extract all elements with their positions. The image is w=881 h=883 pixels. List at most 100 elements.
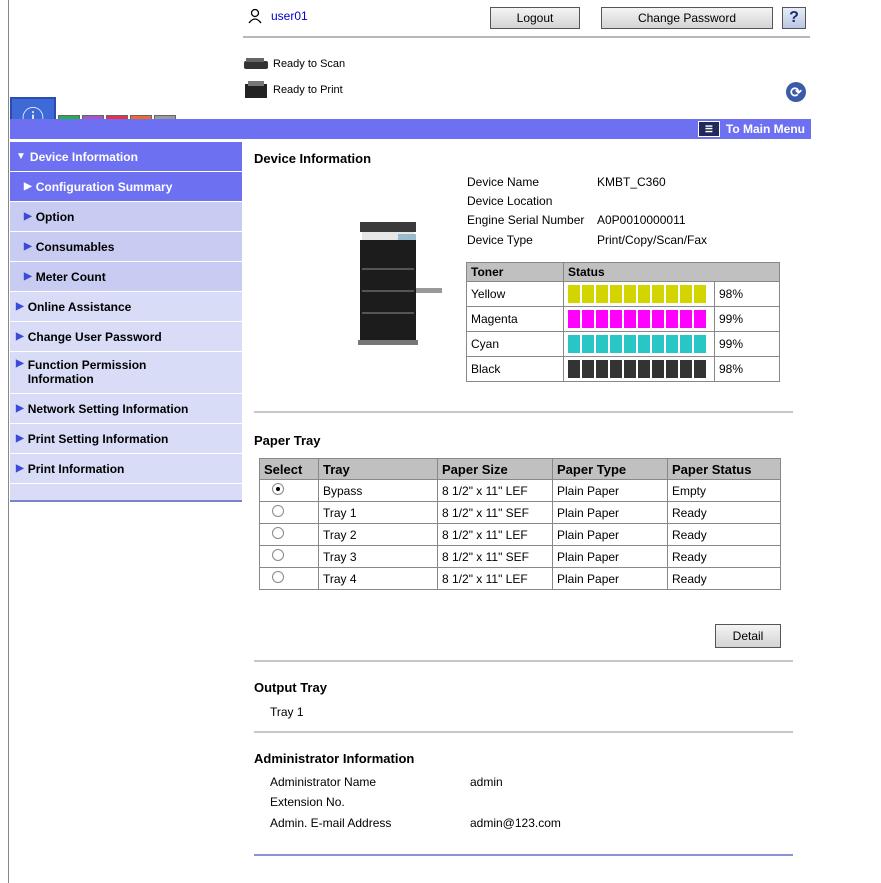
tray-paper-size: 8 1/2" x 11" SEF (437, 501, 553, 524)
section-divider (254, 411, 793, 413)
tray-select-cell (259, 479, 319, 502)
sidebar-item-meter-count[interactable]: ▶ Meter Count (10, 262, 242, 292)
toner-row: Black 98% (466, 356, 780, 382)
sidebar-footer (10, 484, 242, 502)
section-divider (254, 660, 793, 662)
tray-radio[interactable] (272, 527, 284, 539)
user-name: user01 (271, 9, 308, 23)
tray-radio[interactable] (272, 571, 284, 583)
toner-level-segment (610, 360, 622, 378)
change-password-button[interactable]: Change Password (601, 7, 773, 29)
tray-radio[interactable] (272, 549, 284, 561)
toner-level-segment (680, 335, 692, 353)
tray-paper-status: Ready (667, 523, 781, 546)
toner-level-segment (582, 335, 594, 353)
toner-level-segment (582, 285, 594, 303)
tray-row: Tray 38 1/2" x 11" SEF Plain Paper Ready (259, 545, 781, 568)
toner-level-segment (666, 285, 678, 303)
main-menu-link[interactable]: ☰ To Main Menu (697, 121, 805, 137)
sidebar-item-print-information[interactable]: ▶ Print Information (10, 454, 242, 484)
toner-meter (563, 306, 715, 332)
toner-name: Black (466, 356, 564, 382)
detail-button[interactable]: Detail (715, 624, 781, 648)
toner-level-segment (680, 310, 692, 328)
refresh-icon[interactable]: ⟳ (786, 82, 806, 102)
tray-paper-size: 8 1/2" x 11" SEF (437, 545, 553, 568)
sidebar-item-device-information[interactable]: ▼ Device Information (10, 142, 242, 172)
tray-name: Tray 4 (318, 567, 438, 590)
serial-label: Engine Serial Number (467, 213, 585, 227)
toner-level-segment (694, 335, 706, 353)
sidebar-item-label: Configuration Summary (35, 179, 173, 194)
sidebar-item-print-setting[interactable]: ▶ Print Setting Information (10, 424, 242, 454)
tray-paper-status: Ready (667, 567, 781, 590)
toner-header: Toner (466, 262, 564, 282)
device-location-label: Device Location (467, 194, 553, 208)
toner-percent: 99% (714, 306, 780, 332)
header-divider (243, 36, 810, 38)
logout-button[interactable]: Logout (490, 7, 580, 29)
help-button[interactable]: ? (782, 7, 806, 29)
sidebar-item-label: Print Setting Information (27, 431, 169, 446)
tray-name: Tray 1 (318, 501, 438, 524)
tray-name: Tray 2 (318, 523, 438, 546)
tray-paper-status: Ready (667, 545, 781, 568)
toner-level-segment (582, 310, 594, 328)
admin-email-value: admin@123.com (470, 816, 561, 830)
print-status-text: Ready to Print (273, 84, 343, 96)
toner-level-segment (666, 360, 678, 378)
toner-meter (563, 331, 715, 357)
sidebar-item-consumables[interactable]: ▶ Consumables (10, 232, 242, 262)
toner-level-segment (638, 310, 650, 328)
tray-radio[interactable] (272, 505, 284, 517)
toner-level-segment (638, 335, 650, 353)
tray-name: Tray 3 (318, 545, 438, 568)
tray-select-cell (259, 523, 319, 546)
admin-name-value: admin (470, 775, 503, 789)
toner-percent: 98% (714, 281, 780, 307)
toner-row: Yellow 98% (466, 281, 780, 307)
sidebar-item-label: Network Setting Information (27, 401, 189, 416)
sidebar-item-label: Consumables (35, 239, 115, 254)
tray-row: Tray 18 1/2" x 11" SEF Plain Paper Ready (259, 501, 781, 524)
toner-percent: 98% (714, 356, 780, 382)
sidebar-item-configuration-summary[interactable]: ▶ Configuration Summary (10, 172, 242, 202)
tray-radio[interactable] (272, 483, 284, 495)
left-border (8, 0, 9, 883)
toner-level-segment (568, 335, 580, 353)
top-menu-bar: ☰ To Main Menu (10, 119, 811, 139)
admin-email-label: Admin. E-mail Address (270, 816, 392, 830)
sidebar-item-change-user-password[interactable]: ▶ Change User Password (10, 322, 242, 352)
sidebar-item-online-assistance[interactable]: ▶ Online Assistance (10, 292, 242, 322)
scan-status: Ready to Scan (243, 56, 345, 72)
toner-level-segment (596, 335, 608, 353)
toner-level-segment (680, 360, 692, 378)
toner-name: Cyan (466, 331, 564, 357)
toner-level-segment (666, 310, 678, 328)
toner-level-segment (568, 360, 580, 378)
tray-select-cell (259, 501, 319, 524)
tray-paper-status: Ready (667, 501, 781, 524)
sidebar-item-label: Option (35, 209, 75, 224)
sidebar-item-option[interactable]: ▶ Option (10, 202, 242, 232)
user-icon (248, 8, 262, 24)
sidebar-item-label: Meter Count (35, 269, 106, 284)
toner-level-segment (596, 360, 608, 378)
sidebar-item-label: Online Assistance (27, 299, 132, 314)
sidebar: ▼ Device Information ▶ Configuration Summa… (10, 142, 242, 502)
toner-level-segment (582, 360, 594, 378)
toner-row: Magenta 99% (466, 306, 780, 332)
admin-name-label: Administrator Name (270, 775, 377, 789)
user-indicator: user01 (247, 8, 308, 24)
toner-level-segment (568, 310, 580, 328)
tray-row: Bypass 8 1/2" x 11" LEF Plain Paper Empty (259, 479, 781, 502)
tray-header-row: Select Tray Paper Size Paper Type Paper … (259, 458, 781, 480)
sidebar-item-network-setting[interactable]: ▶ Network Setting Information (10, 394, 242, 424)
sidebar-item-label: Change User Password (27, 329, 162, 344)
extension-label: Extension No. (270, 795, 345, 809)
toner-level-segment (638, 360, 650, 378)
section-divider (254, 731, 793, 733)
sidebar-item-function-permission[interactable]: ▶ Function Permission Information (10, 352, 242, 394)
tray-row: Tray 28 1/2" x 11" LEF Plain Paper Ready (259, 523, 781, 546)
tray-paper-size: 8 1/2" x 11" LEF (437, 479, 553, 502)
